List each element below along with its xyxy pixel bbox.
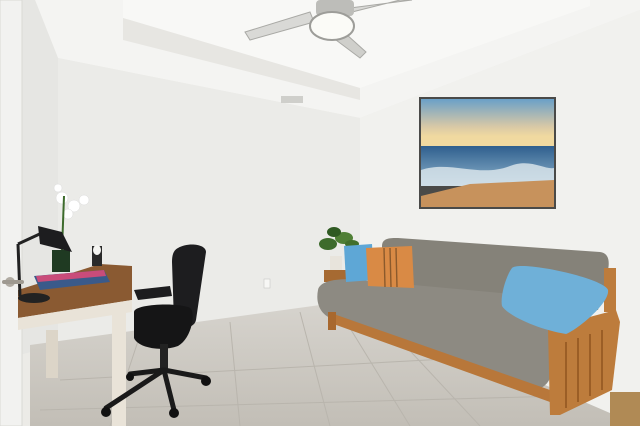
lamp-arm — [16, 243, 22, 297]
desk-leg-back — [46, 330, 58, 378]
plant-pot — [330, 256, 342, 270]
desk-leg-front — [112, 306, 126, 426]
futon-leg-left — [328, 312, 336, 330]
lamp-base — [18, 293, 50, 303]
bedroom-office-photo — [0, 0, 640, 426]
candle-flame — [93, 245, 101, 255]
beach-artwork — [419, 97, 556, 209]
fan-light — [309, 11, 355, 41]
chair-post — [160, 344, 168, 370]
wall-outlet — [263, 278, 271, 289]
door-lever — [2, 280, 24, 284]
flower-vase — [52, 250, 70, 272]
room-illustration — [0, 0, 640, 426]
basket — [610, 392, 640, 426]
door-frame — [0, 0, 23, 426]
ceiling-vent — [281, 96, 303, 103]
plant-leaf — [327, 227, 341, 237]
plant-leaf — [319, 238, 337, 250]
